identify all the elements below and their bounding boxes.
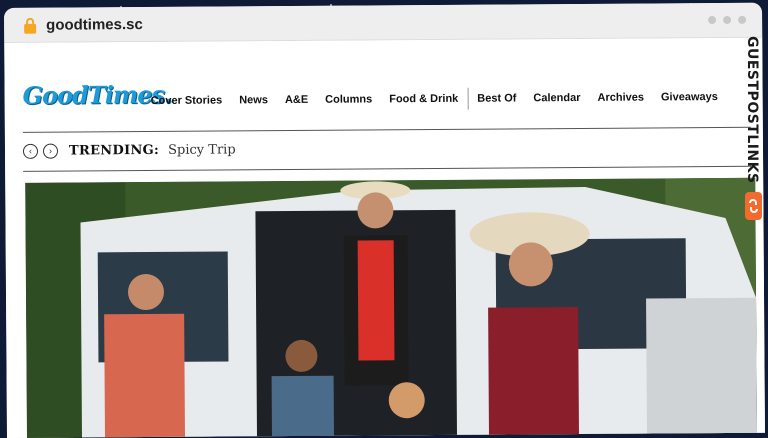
web-page: GoodTimes. Cover Stories News A&E Column… <box>4 37 765 438</box>
link-icon <box>749 199 758 213</box>
nav-item-news[interactable]: News <box>239 94 268 106</box>
trending-label: TRENDING: <box>68 142 160 159</box>
window-controls <box>708 15 747 25</box>
trending-headline[interactable]: Spicy Trip <box>168 142 236 157</box>
window-dot-3[interactable] <box>738 15 747 24</box>
nav-item-best-of[interactable]: Best Of <box>477 92 516 104</box>
nav-item-cover-stories[interactable]: Cover Stories <box>151 94 223 106</box>
chevron-left-icon[interactable]: ‹ <box>22 143 39 159</box>
nav-item-archives[interactable]: Archives <box>597 92 644 104</box>
nav-item-ae[interactable]: A&E <box>285 94 308 106</box>
nav-item-food-drink[interactable]: Food & Drink <box>389 93 458 105</box>
hero-photo-illustration <box>25 177 758 438</box>
guestpostlinks-text: GUESTPOSTLINKS <box>744 36 760 184</box>
header-divider <box>22 126 751 133</box>
site-logo[interactable]: GoodTimes. <box>23 80 172 110</box>
hero-image[interactable] <box>25 177 758 438</box>
window-dot-2[interactable] <box>723 15 732 24</box>
window-dot-1[interactable] <box>708 16 717 25</box>
nav-item-columns[interactable]: Columns <box>325 93 372 105</box>
nav-divider <box>467 87 469 110</box>
trending-divider <box>23 165 752 172</box>
chevron-right-icon[interactable]: › <box>42 143 59 159</box>
guestpostlinks-logo-icon <box>745 192 762 220</box>
lock-icon <box>24 17 37 34</box>
browser-window: goodtimes.sc GoodTimes. Cover Stories Ne… <box>4 2 765 438</box>
nav-item-giveaways[interactable]: Giveaways <box>661 91 718 103</box>
main-nav: Cover Stories News A&E Columns Food & Dr… <box>151 86 735 112</box>
trending-bar: ‹ › TRENDING: Spicy Trip <box>22 142 236 159</box>
address-bar-url[interactable]: goodtimes.sc <box>46 16 143 34</box>
nav-item-calendar[interactable]: Calendar <box>533 92 580 104</box>
browser-toolbar: goodtimes.sc <box>4 2 763 43</box>
